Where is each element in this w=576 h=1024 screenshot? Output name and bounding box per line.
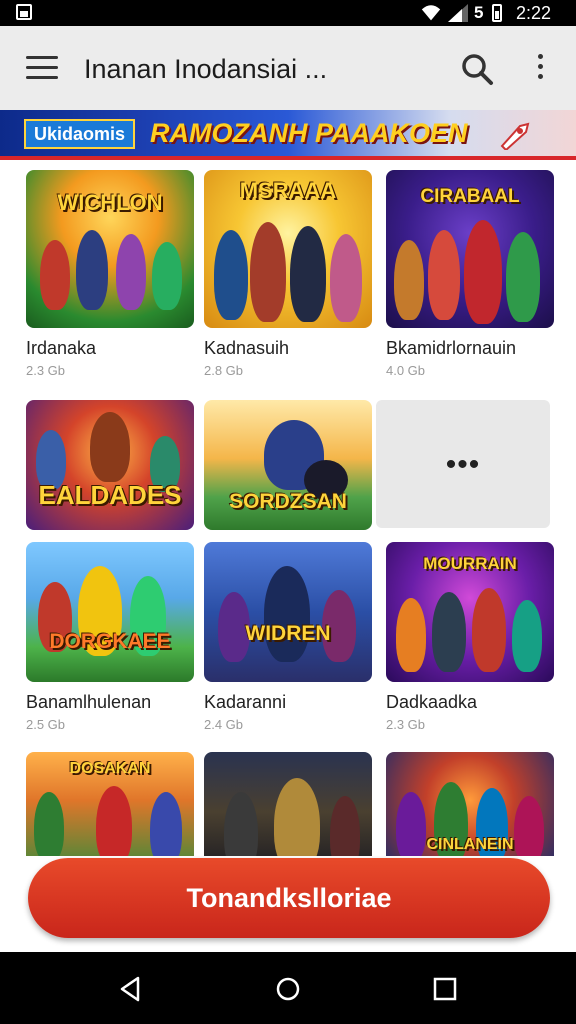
game-tile[interactable]: WIDREN Kadaranni 2.4 Gb bbox=[204, 542, 372, 732]
more-vert-icon[interactable] bbox=[530, 54, 550, 84]
search-icon[interactable] bbox=[460, 52, 494, 86]
thumbnail-title: MOURRAIN bbox=[423, 554, 517, 573]
thumbnail-title: CIRABAAL bbox=[420, 186, 520, 207]
app-title: Inanan Inodansiai ... bbox=[84, 54, 328, 84]
game-meta: 2.4 Gb bbox=[204, 717, 244, 732]
game-tile[interactable]: EALDADES bbox=[26, 400, 194, 530]
game-name: Bkamidrlornauin bbox=[386, 338, 517, 358]
thumbnail-title: CINLANEIN bbox=[426, 836, 514, 853]
rocket-icon bbox=[500, 122, 530, 150]
more-games-button[interactable]: ••• bbox=[376, 400, 550, 528]
game-meta: 4.0 Gb bbox=[386, 363, 426, 378]
game-tile[interactable]: MSRAAA Kadnasuih 2.8 Gb bbox=[204, 170, 372, 378]
thumbnail-title: MSRAAA bbox=[239, 178, 337, 203]
game-tile[interactable]: DOSAKAN bbox=[26, 752, 194, 860]
game-tile[interactable]: MOURRAIN Dadkaadka 2.3 Gb bbox=[386, 542, 554, 732]
game-thumbnail: CIRABAAL bbox=[386, 170, 554, 328]
app-bar: Inanan Inodansiai ... bbox=[0, 26, 576, 110]
game-meta: 2.8 Gb bbox=[204, 363, 244, 378]
recents-icon[interactable] bbox=[430, 974, 460, 1004]
system-nav-bar bbox=[0, 952, 576, 1024]
game-thumbnail bbox=[204, 752, 372, 860]
status-bar: 5 2:22 bbox=[0, 0, 576, 26]
game-tile[interactable]: SORDZSAN bbox=[204, 400, 372, 530]
game-thumbnail: DORGKAEE bbox=[26, 542, 194, 682]
thumbnail-title: WICHLON bbox=[57, 190, 163, 215]
game-meta: 2.3 Gb bbox=[386, 717, 426, 732]
thumbnail-title: SORDZSAN bbox=[229, 490, 347, 513]
game-thumbnail: EALDADES bbox=[26, 400, 194, 530]
promo-banner[interactable]: Ukidaomis RAMOZANH PAAAKOEN bbox=[0, 110, 576, 160]
game-thumbnail: DOSAKAN bbox=[26, 752, 194, 860]
more-dots: ••• bbox=[445, 448, 481, 481]
thumbnail-title: WIDREN bbox=[245, 622, 331, 645]
thumbnail-title: EALDADES bbox=[38, 480, 182, 510]
game-name: Kadnasuih bbox=[204, 338, 290, 358]
game-name: Kadaranni bbox=[204, 692, 287, 712]
game-thumbnail: WICHLON bbox=[26, 170, 194, 328]
clock: 2:22 bbox=[516, 3, 552, 23]
banner-headline: RAMOZANH PAAAKOEN bbox=[150, 118, 468, 148]
primary-cta-button[interactable]: Tonandkslloriae bbox=[28, 858, 550, 938]
game-thumbnail: WIDREN bbox=[204, 542, 372, 682]
thumbnail-title: DORGKAEE bbox=[49, 630, 171, 653]
network-type-label: 5 bbox=[474, 3, 484, 22]
game-tile[interactable] bbox=[204, 752, 372, 860]
home-icon[interactable] bbox=[273, 974, 303, 1004]
signal-icon bbox=[448, 4, 468, 22]
battery-icon bbox=[492, 4, 502, 22]
cta-area: Tonandkslloriae bbox=[0, 856, 576, 952]
game-tile[interactable]: CINLANEIN bbox=[386, 752, 554, 860]
menu-icon[interactable] bbox=[26, 56, 58, 80]
back-icon[interactable] bbox=[116, 974, 146, 1004]
game-thumbnail: CINLANEIN bbox=[386, 752, 554, 860]
game-grid: WICHLON Irdanaka 2.3 Gb MSRAAA Kadnasuih… bbox=[0, 160, 576, 860]
game-thumbnail: MSRAAA bbox=[204, 170, 372, 328]
game-tile[interactable]: WICHLON Irdanaka 2.3 Gb bbox=[26, 170, 194, 378]
game-tile[interactable]: CIRABAAL Bkamidrlornauin 4.0 Gb bbox=[386, 170, 554, 378]
game-thumbnail: MOURRAIN bbox=[386, 542, 554, 682]
game-name: Dadkaadka bbox=[386, 692, 478, 712]
game-tile[interactable]: DORGKAEE Banamlhulenan 2.5 Gb bbox=[26, 542, 194, 732]
banner-badge: Ukidaomis bbox=[24, 119, 136, 149]
game-name: Banamlhulenan bbox=[26, 692, 152, 712]
thumbnail-title: DOSAKAN bbox=[69, 760, 151, 777]
game-thumbnail: SORDZSAN bbox=[204, 400, 372, 530]
gallery-notification-icon bbox=[16, 4, 32, 20]
wifi-icon bbox=[421, 5, 441, 21]
game-meta: 2.5 Gb bbox=[26, 717, 66, 732]
game-name: Irdanaka bbox=[26, 338, 97, 358]
game-meta: 2.3 Gb bbox=[26, 363, 66, 378]
